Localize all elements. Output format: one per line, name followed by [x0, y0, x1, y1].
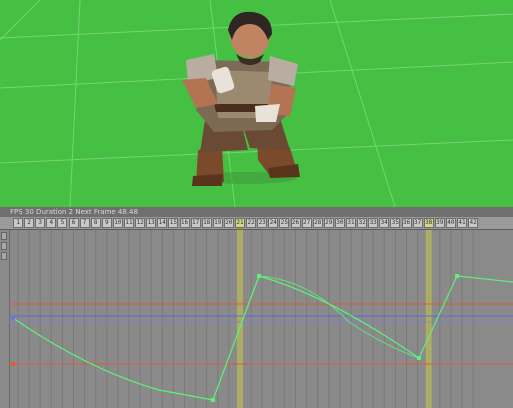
- frame-cell-29[interactable]: 29: [323, 218, 334, 228]
- scene-viewport[interactable]: [0, 0, 513, 207]
- frame-cell-24[interactable]: 24: [268, 218, 279, 228]
- frame-cell-28[interactable]: 28: [312, 218, 323, 228]
- track-handle[interactable]: [1, 232, 7, 240]
- frame-cell-10[interactable]: 10: [112, 218, 123, 228]
- frame-cell-38[interactable]: 38: [423, 218, 434, 228]
- frame-cell-4[interactable]: 4: [46, 218, 57, 228]
- frame-cell-14[interactable]: 14: [157, 218, 168, 228]
- timeline-info-bar: FPS 30 Duration 2 Next Frame 48.48: [0, 207, 513, 217]
- keyframe-markers: [237, 230, 432, 408]
- frame-cell-1[interactable]: 1: [13, 218, 23, 228]
- frame-cell-20[interactable]: 20: [223, 218, 234, 228]
- frame-cell-3[interactable]: 3: [35, 218, 46, 228]
- keyframe-marker-21[interactable]: [237, 230, 243, 408]
- curve-keypoint[interactable]: [11, 316, 15, 320]
- frame-cell-12[interactable]: 12: [135, 218, 146, 228]
- frame-cell-16[interactable]: 16: [179, 218, 190, 228]
- curve-keypoint[interactable]: [11, 362, 15, 366]
- frame-ruler[interactable]: 1 2 3 4 5 6 7 8 9 10 11 12 13 14 15 16 17 18 19 20 21 22 23 24 2…: [0, 217, 513, 230]
- frame-cell-37[interactable]: 37: [412, 218, 423, 228]
- frame-cell-17[interactable]: 17: [190, 218, 201, 228]
- track-handle[interactable]: [1, 242, 7, 250]
- frame-cell-41[interactable]: 41: [457, 218, 467, 228]
- curve-editor[interactable]: [9, 230, 513, 408]
- keyframe-marker-38[interactable]: [425, 230, 432, 408]
- frame-cell-6[interactable]: 6: [68, 218, 79, 228]
- track-handle[interactable]: [1, 252, 7, 260]
- frame-cell-18[interactable]: 18: [201, 218, 212, 228]
- frame-cell-32[interactable]: 32: [357, 218, 368, 228]
- dwarf-character-model[interactable]: [182, 11, 300, 186]
- frame-cell-13[interactable]: 13: [146, 218, 157, 228]
- curve-keypoint[interactable]: [455, 274, 459, 278]
- frame-cell-5[interactable]: 5: [57, 218, 68, 228]
- curve-keypoint[interactable]: [257, 274, 261, 278]
- curve-grid: [17, 230, 474, 408]
- frame-cell-2[interactable]: 2: [24, 218, 35, 228]
- curve-keypoint[interactable]: [211, 398, 215, 402]
- animation-timeline[interactable]: FPS 30 Duration 2 Next Frame 48.48 12345…: [0, 207, 513, 408]
- frame-cell-35[interactable]: 35: [390, 218, 401, 228]
- frame-cell-21[interactable]: 21: [235, 218, 245, 228]
- green-channel-curve-a[interactable]: [12, 275, 513, 401]
- frame-cell-34[interactable]: 34: [379, 218, 390, 228]
- green-channel-curve-b[interactable]: [158, 275, 420, 401]
- frame-cell-33[interactable]: 33: [368, 218, 379, 228]
- frame-cell-15[interactable]: 15: [168, 218, 179, 228]
- frame-cell-8[interactable]: 8: [90, 218, 101, 228]
- frame-cell-42[interactable]: 42: [468, 218, 479, 228]
- frame-cell-31[interactable]: 31: [346, 218, 356, 228]
- frame-cell-26[interactable]: 26: [290, 218, 301, 228]
- frame-cell-36[interactable]: 36: [401, 218, 412, 228]
- frame-cell-30[interactable]: 30: [334, 218, 345, 228]
- curve-keypoint[interactable]: [417, 356, 421, 360]
- scene-canvas: [0, 0, 513, 207]
- frame-cell-7[interactable]: 7: [79, 218, 90, 228]
- frame-cell-23[interactable]: 23: [257, 218, 268, 228]
- frame-cell-19[interactable]: 19: [212, 218, 223, 228]
- frame-cell-40[interactable]: 40: [445, 218, 456, 228]
- frame-cell-25[interactable]: 25: [279, 218, 290, 228]
- frame-cell-22[interactable]: 22: [246, 218, 257, 228]
- frame-cell-11[interactable]: 11: [124, 218, 134, 228]
- frame-cell-9[interactable]: 9: [101, 218, 112, 228]
- frame-cell-39[interactable]: 39: [434, 218, 445, 228]
- frame-cell-27[interactable]: 27: [301, 218, 312, 228]
